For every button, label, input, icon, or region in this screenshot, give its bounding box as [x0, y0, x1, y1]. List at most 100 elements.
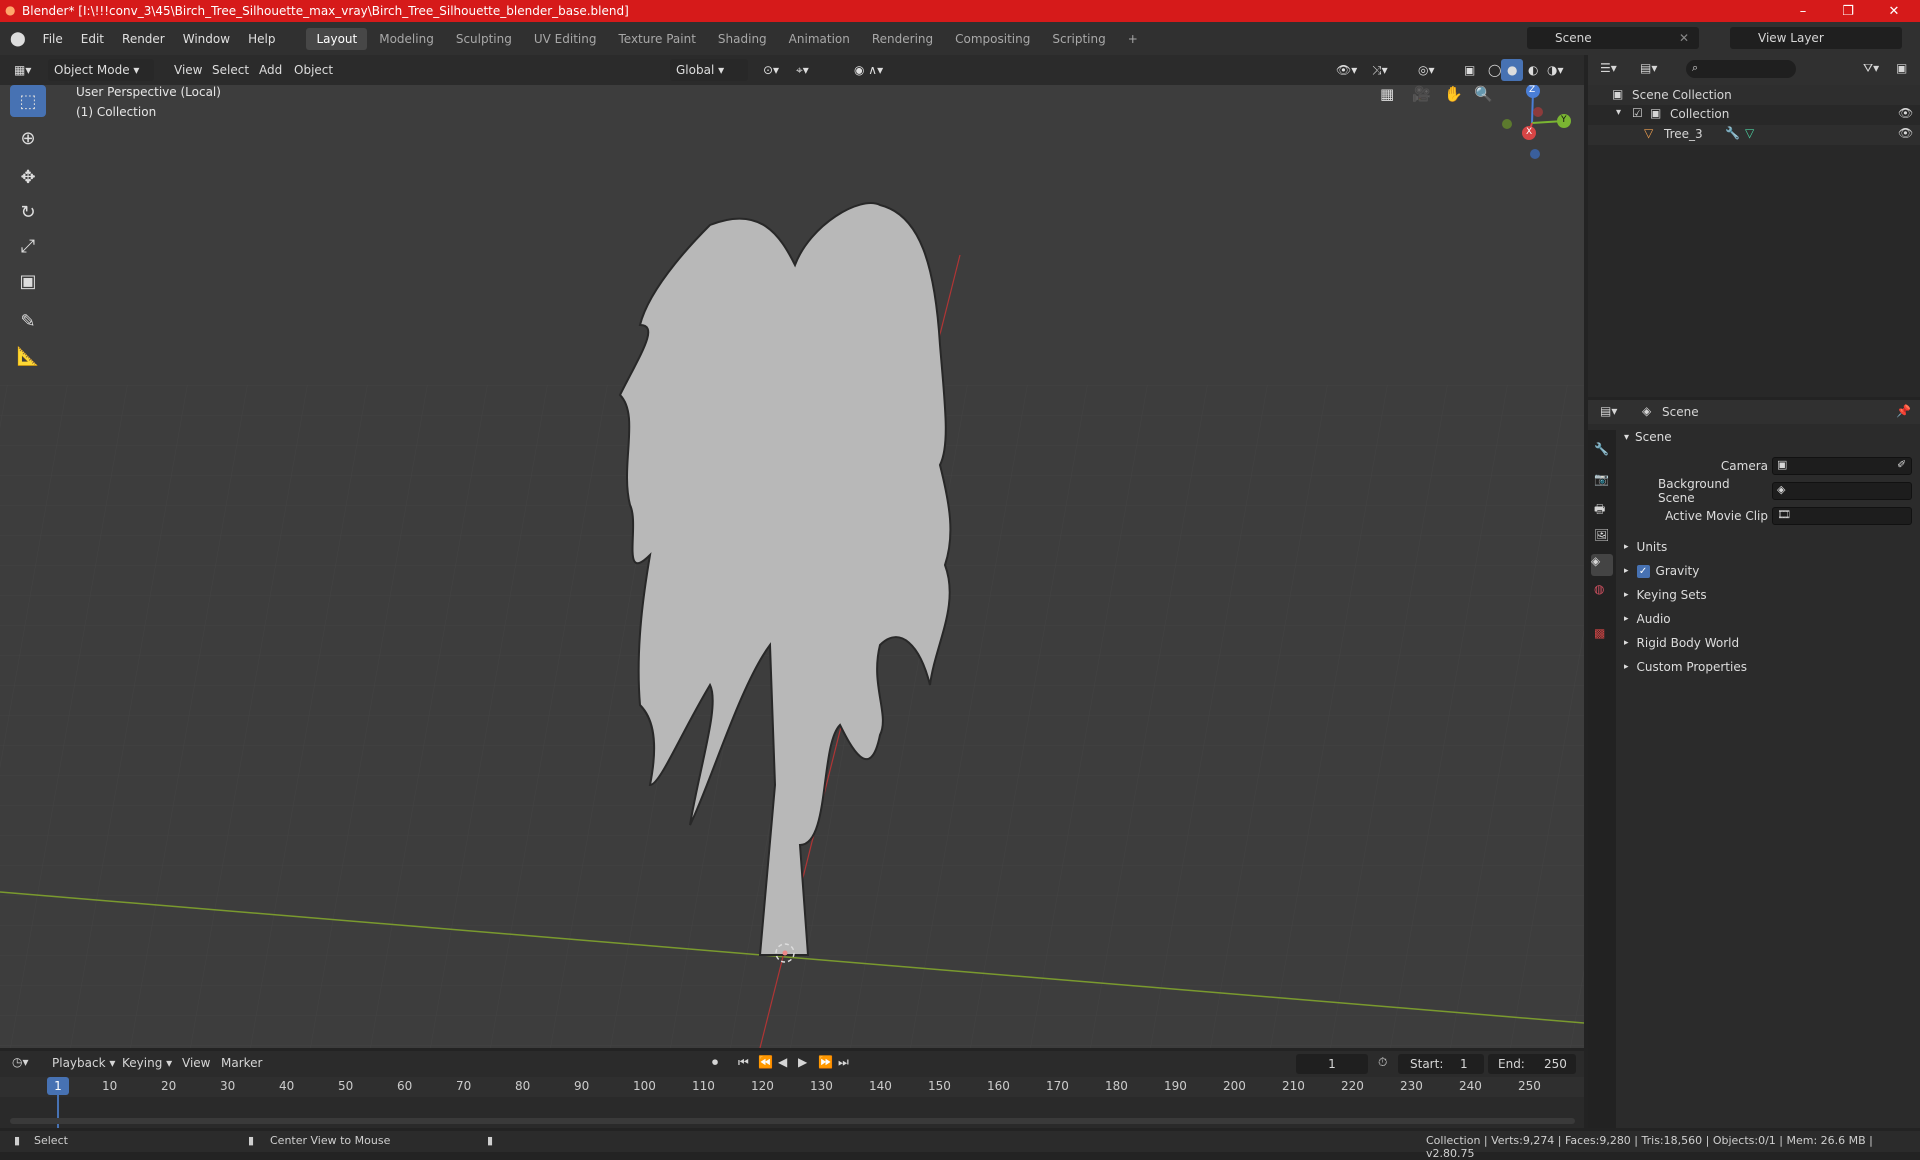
- menu-select[interactable]: Select: [206, 59, 255, 81]
- menu-view[interactable]: View: [168, 59, 208, 81]
- object-row-label[interactable]: Tree_3: [1664, 127, 1703, 141]
- world-tab-icon[interactable]: ◍: [1594, 582, 1604, 596]
- tab-uv-editing[interactable]: UV Editing: [524, 28, 607, 50]
- move-tool[interactable]: ✥: [10, 161, 46, 193]
- tool-tab-icon[interactable]: 🔧: [1594, 442, 1609, 456]
- mode-dropdown[interactable]: Object Mode ▾: [48, 59, 154, 81]
- menu-render[interactable]: Render: [113, 32, 174, 46]
- tab-animation[interactable]: Animation: [779, 28, 860, 50]
- jump-end-icon[interactable]: ⏭: [838, 1055, 849, 1070]
- keying-menu[interactable]: Keying ▾: [122, 1056, 172, 1070]
- collection-row-label[interactable]: Collection: [1670, 107, 1729, 121]
- eye-icon[interactable]: 👁: [1898, 126, 1913, 140]
- close-button[interactable]: ✕: [1872, 0, 1916, 22]
- stopwatch-icon[interactable]: ⏱: [1378, 1055, 1387, 1070]
- visibility-icon[interactable]: 👁▾: [1330, 59, 1363, 81]
- start-frame-field[interactable]: Start: 1: [1398, 1054, 1484, 1074]
- view-layer-tab-icon[interactable]: 🖼: [1594, 528, 1609, 542]
- close-icon[interactable]: ✕: [1679, 31, 1689, 45]
- modifier-wrench-icon[interactable]: 🔧: [1725, 126, 1740, 140]
- menu-file[interactable]: File: [34, 32, 72, 46]
- filter-icon[interactable]: ⛛▾: [1863, 61, 1879, 76]
- measure-tool[interactable]: 📐: [10, 340, 46, 372]
- eyedropper-icon[interactable]: ✐: [1897, 458, 1906, 471]
- jump-start-icon[interactable]: ⏮: [738, 1055, 749, 1070]
- outliner-editor-icon[interactable]: ☰▾: [1600, 61, 1617, 75]
- audio-section[interactable]: ▸ Audio: [1620, 609, 1671, 629]
- end-frame-field[interactable]: End: 250: [1488, 1054, 1576, 1074]
- keying-sets-section[interactable]: ▸ Keying Sets: [1620, 585, 1707, 605]
- menu-edit[interactable]: Edit: [72, 32, 113, 46]
- render-tab-icon[interactable]: 📷: [1594, 472, 1609, 486]
- pin-icon[interactable]: 📌: [1896, 404, 1911, 418]
- current-frame-field[interactable]: 1: [1296, 1054, 1368, 1074]
- maximize-button[interactable]: ❐: [1826, 0, 1870, 22]
- minimize-button[interactable]: –: [1781, 0, 1825, 22]
- editor-type-icon[interactable]: ▦▾: [8, 59, 37, 81]
- timeline-scrollbar[interactable]: [10, 1118, 1575, 1124]
- properties-editor-icon[interactable]: ▤▾: [1600, 404, 1617, 418]
- collection-checkbox[interactable]: ☑: [1632, 106, 1643, 120]
- playhead-marker[interactable]: 1: [47, 1077, 69, 1095]
- tab-compositing[interactable]: Compositing: [945, 28, 1040, 50]
- background-scene-field[interactable]: ◈: [1772, 482, 1912, 500]
- annotate-tool[interactable]: ✎: [10, 305, 46, 337]
- scene-selector[interactable]: Scene ✕: [1527, 27, 1699, 49]
- eye-icon[interactable]: 👁: [1898, 106, 1913, 120]
- gizmo-toggle-icon[interactable]: ⤨▾: [1366, 59, 1394, 81]
- shading-rendered-icon[interactable]: ◑▾: [1541, 59, 1570, 81]
- transform-orientation-dropdown[interactable]: Global ▾: [670, 59, 748, 81]
- navigation-gizmo[interactable]: Z Y X: [1492, 85, 1572, 163]
- menu-add[interactable]: Add: [253, 59, 288, 81]
- blender-menu-icon[interactable]: ⬤: [10, 31, 26, 47]
- shading-solid-icon[interactable]: ●: [1501, 59, 1524, 81]
- expand-arrow-icon[interactable]: ▾: [1616, 107, 1621, 118]
- camera-view-icon[interactable]: 🎥: [1412, 85, 1436, 109]
- mesh-data-icon[interactable]: ▽: [1745, 126, 1754, 140]
- gravity-section[interactable]: ▸ ✓ Gravity: [1620, 561, 1699, 581]
- scene-tab-icon[interactable]: ◈: [1591, 554, 1613, 576]
- select-box-tool[interactable]: ⬚: [10, 85, 46, 117]
- tab-texture-paint[interactable]: Texture Paint: [608, 28, 705, 50]
- prev-keyframe-icon[interactable]: ⏪: [758, 1055, 773, 1069]
- menu-window[interactable]: Window: [174, 32, 239, 46]
- menu-object[interactable]: Object: [288, 59, 339, 81]
- overlays-icon[interactable]: ◎▾: [1412, 59, 1441, 81]
- pivot-icon[interactable]: ⊙▾: [757, 59, 785, 81]
- record-icon[interactable]: ⏺: [712, 1055, 718, 1070]
- texture-tab-icon[interactable]: ▩: [1594, 626, 1605, 640]
- next-keyframe-icon[interactable]: ⏩: [818, 1055, 833, 1069]
- add-workspace-button[interactable]: +: [1118, 28, 1148, 50]
- 3d-viewport[interactable]: User Perspective (Local) (1) Collection …: [0, 85, 1584, 1048]
- timeline-body[interactable]: 10 20 30 40 50 60 70 80 90 100 110 120 130 140 150 160 1…: [0, 1077, 1584, 1128]
- tab-scripting[interactable]: Scripting: [1042, 28, 1115, 50]
- snap-icon[interactable]: ⌖▾: [790, 59, 815, 81]
- menu-help[interactable]: Help: [239, 32, 284, 46]
- play-reverse-icon[interactable]: ◀: [778, 1055, 787, 1069]
- tab-modeling[interactable]: Modeling: [369, 28, 444, 50]
- tab-shading[interactable]: Shading: [708, 28, 777, 50]
- tab-layout[interactable]: Layout: [306, 27, 368, 50]
- tab-rendering[interactable]: Rendering: [862, 28, 943, 50]
- scene-panel-header[interactable]: ▾ Scene: [1620, 427, 1672, 447]
- tab-sculpting[interactable]: Sculpting: [446, 28, 522, 50]
- rigid-body-section[interactable]: ▸ Rigid Body World: [1620, 633, 1739, 653]
- marker-menu[interactable]: Marker: [221, 1056, 262, 1070]
- cursor-tool[interactable]: ⊕: [10, 122, 46, 154]
- new-collection-icon[interactable]: ▣: [1896, 61, 1907, 75]
- timeline-editor-icon[interactable]: ◷▾: [12, 1055, 29, 1069]
- playback-menu[interactable]: Playback ▾: [52, 1056, 115, 1070]
- view-layer-selector[interactable]: View Layer: [1730, 27, 1902, 49]
- scale-tool[interactable]: ⤢: [10, 230, 46, 262]
- movie-clip-field[interactable]: 🎞: [1772, 507, 1912, 525]
- display-mode-icon[interactable]: ▤▾: [1640, 61, 1657, 75]
- units-section[interactable]: ▸ Units: [1620, 537, 1667, 557]
- proportional-edit-icon[interactable]: ◉ ∧▾: [848, 59, 889, 81]
- xray-icon[interactable]: ▣: [1458, 59, 1481, 81]
- pan-hand-icon[interactable]: ✋: [1444, 85, 1468, 109]
- gravity-checkbox[interactable]: ✓: [1636, 564, 1650, 578]
- timeline-view-menu[interactable]: View: [182, 1056, 210, 1070]
- transform-tool[interactable]: ▣: [10, 265, 46, 297]
- play-icon[interactable]: ▶: [798, 1055, 807, 1069]
- grid-view-icon[interactable]: ▦: [1380, 85, 1404, 109]
